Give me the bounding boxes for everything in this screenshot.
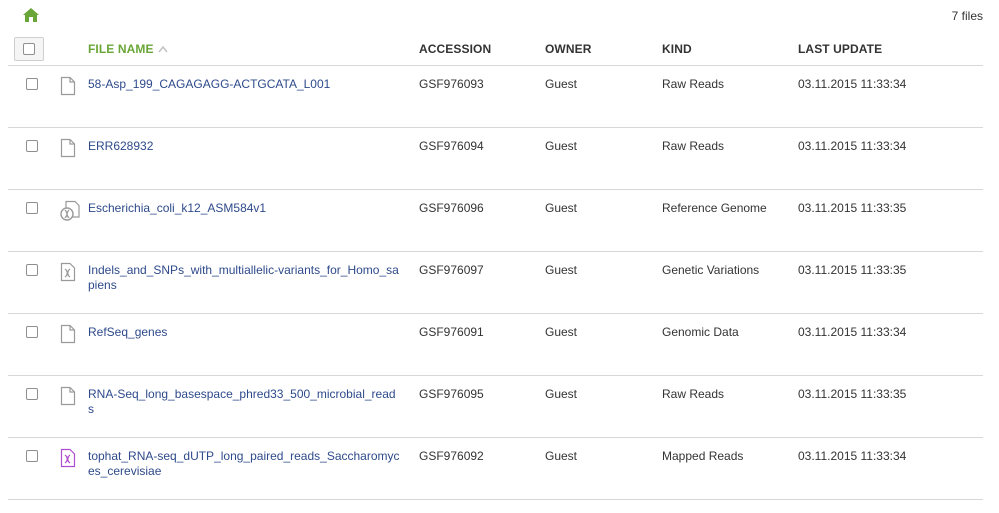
accession-cell: GSF976092 <box>419 449 484 463</box>
row-select-checkbox-wrap[interactable] <box>26 388 38 400</box>
table-row[interactable]: RNA-Seq_long_basespace_phred33_500_micro… <box>8 376 983 438</box>
table-row[interactable]: Escherichia_coli_k12_ASM584v1 GSF976096 Gu… <box>8 190 983 252</box>
owner-column-header[interactable]: OWNER <box>545 42 592 56</box>
accession-cell: GSF976091 <box>419 325 484 339</box>
file-count: 7 files <box>951 9 983 23</box>
reference-genome-icon <box>60 200 80 221</box>
file-name-column-header[interactable]: FILE NAME <box>88 42 168 56</box>
last-update-cell: 03.11.2015 11:33:34 <box>798 449 907 463</box>
file-name-link[interactable]: Indels_and_SNPs_with_multiallelic-varian… <box>88 263 400 293</box>
home-icon[interactable] <box>22 7 40 23</box>
file-name-link[interactable]: RNA-Seq_long_basespace_phred33_500_micro… <box>88 387 400 417</box>
last-update-cell: 03.11.2015 11:33:35 <box>798 263 907 277</box>
accession-column-header[interactable]: ACCESSION <box>419 42 491 56</box>
document-icon <box>60 324 78 344</box>
kind-cell: Raw Reads <box>662 139 725 153</box>
table-row[interactable]: ERR628932 GSF976094 Guest Raw Reads 03.11.20… <box>8 128 983 190</box>
last-update-cell: 03.11.2015 11:33:34 <box>798 139 907 153</box>
files-table: FILE NAME ACCESSION OWNER KIND LAST UPDA… <box>8 35 983 500</box>
row-select-checkbox-wrap[interactable] <box>26 202 38 214</box>
kind-cell: Mapped Reads <box>662 449 744 463</box>
kind-cell: Raw Reads <box>662 77 725 91</box>
kind-cell: Genomic Data <box>662 325 739 339</box>
accession-cell: GSF976093 <box>419 77 484 91</box>
row-select-checkbox-wrap[interactable] <box>26 326 38 338</box>
table-row[interactable]: 58-Asp_199_CAGAGAGG-ACTGCATA_L001 GSF9760… <box>8 66 983 128</box>
genetic-variation-icon <box>60 262 78 282</box>
document-icon <box>60 76 78 96</box>
table-row[interactable]: tophat_RNA-seq_dUTP_long_paired_reads_Sa… <box>8 438 983 500</box>
row-checkbox[interactable] <box>26 450 38 462</box>
row-checkbox[interactable] <box>26 202 38 214</box>
file-name-link[interactable]: 58-Asp_199_CAGAGAGG-ACTGCATA_L001 <box>88 77 400 92</box>
kind-cell: Genetic Variations <box>662 263 760 277</box>
file-name-link[interactable]: RefSeq_genes <box>88 325 400 340</box>
owner-cell: Guest <box>545 201 578 215</box>
accession-cell: GSF976096 <box>419 201 484 215</box>
last-update-cell: 03.11.2015 11:33:35 <box>798 387 907 401</box>
file-name-header-label: FILE NAME <box>88 42 154 56</box>
owner-cell: Guest <box>545 387 578 401</box>
document-icon <box>60 386 78 406</box>
table-header: FILE NAME ACCESSION OWNER KIND LAST UPDA… <box>8 35 983 66</box>
mapped-reads-icon <box>60 448 78 468</box>
owner-cell: Guest <box>545 449 578 463</box>
row-select-checkbox-wrap[interactable] <box>26 140 38 152</box>
row-checkbox[interactable] <box>26 326 38 338</box>
row-checkbox[interactable] <box>26 264 38 276</box>
row-select-checkbox-wrap[interactable] <box>26 264 38 276</box>
row-checkbox[interactable] <box>26 388 38 400</box>
accession-cell: GSF976095 <box>419 387 484 401</box>
row-checkbox[interactable] <box>26 140 38 152</box>
row-checkbox[interactable] <box>26 78 38 90</box>
file-name-link[interactable]: Escherichia_coli_k12_ASM584v1 <box>88 201 400 216</box>
owner-cell: Guest <box>545 139 578 153</box>
accession-cell: GSF976097 <box>419 263 484 277</box>
kind-cell: Reference Genome <box>662 201 767 215</box>
sort-ascending-icon <box>157 45 168 53</box>
owner-cell: Guest <box>545 77 578 91</box>
last-update-cell: 03.11.2015 11:33:34 <box>798 77 907 91</box>
file-name-link[interactable]: tophat_RNA-seq_dUTP_long_paired_reads_Sa… <box>88 449 400 479</box>
row-select-checkbox-wrap[interactable] <box>26 450 38 462</box>
kind-cell: Raw Reads <box>662 387 725 401</box>
owner-cell: Guest <box>545 325 578 339</box>
kind-column-header[interactable]: KIND <box>662 42 692 56</box>
last-update-column-header[interactable]: LAST UPDATE <box>798 42 882 56</box>
select-all-button[interactable] <box>14 37 44 61</box>
accession-cell: GSF976094 <box>419 139 484 153</box>
select-all-checkbox[interactable] <box>23 43 35 55</box>
last-update-cell: 03.11.2015 11:33:34 <box>798 325 907 339</box>
table-row[interactable]: RefSeq_genes GSF976091 Guest Genomic Data 03… <box>8 314 983 376</box>
file-name-link[interactable]: ERR628932 <box>88 139 400 154</box>
table-row[interactable]: Indels_and_SNPs_with_multiallelic-varian… <box>8 252 983 314</box>
row-select-checkbox-wrap[interactable] <box>26 78 38 90</box>
owner-cell: Guest <box>545 263 578 277</box>
last-update-cell: 03.11.2015 11:33:35 <box>798 201 907 215</box>
document-icon <box>60 138 78 158</box>
